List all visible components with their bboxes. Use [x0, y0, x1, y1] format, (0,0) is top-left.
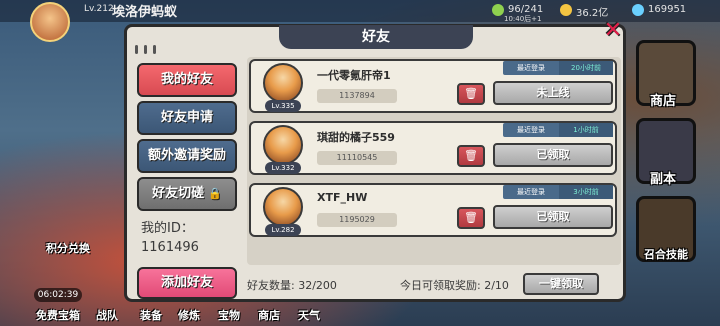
shop-label: 商店 — [650, 94, 677, 109]
friends-dialog: 好友 我的好友 好友申请 额外邀请奖励 好友切磋 🔒 我的ID： 1161496 … — [124, 24, 626, 302]
friend-level: Lv.332 — [265, 162, 301, 174]
tab-extra-invite-reward[interactable]: 额外邀请奖励 — [137, 139, 237, 173]
dungeon-label: 副本 — [650, 172, 677, 187]
friend-count: 好友数量: 32/200 — [247, 279, 337, 292]
decorative-dots — [135, 45, 156, 54]
free-chest-label[interactable]: 免费宝箱 — [36, 307, 80, 323]
combo-skill-label: 召合技能 — [644, 248, 688, 261]
friend-status-button[interactable]: 未上线 — [493, 81, 613, 105]
trash-icon: 🗑 — [464, 149, 478, 162]
last-login-label: 最近登录 — [517, 188, 545, 196]
friend-card[interactable]: Lv.282 XTF_HW 1195029 最近登录 3小时前 🗑 已领取 — [249, 183, 617, 237]
friend-avatar[interactable] — [263, 63, 303, 103]
last-login-time: 1小时前 — [559, 123, 613, 137]
last-login-time: 3小时前 — [559, 185, 613, 199]
last-login-bar: 最近登录 20小时前 — [503, 61, 613, 75]
player-name: 埃洛伊蚂蚁 — [112, 5, 178, 20]
trash-icon: 🗑 — [464, 211, 478, 224]
delete-friend-button[interactable]: 🗑 — [457, 145, 485, 167]
friend-id: 1195029 — [317, 213, 397, 227]
delete-friend-button[interactable]: 🗑 — [457, 207, 485, 229]
gold-value: 36.2亿 — [576, 8, 609, 19]
friend-card[interactable]: Lv.332 琪甜的橘子559 11110545 最近登录 1小时前 🗑 已领取 — [249, 121, 617, 175]
gem-value: 169951 — [648, 4, 687, 15]
my-id-value: 1161496 — [141, 240, 199, 255]
friend-status-button[interactable]: 已领取 — [493, 143, 613, 167]
player-avatar[interactable] — [30, 2, 70, 42]
friend-card[interactable]: Lv.335 一代零氪肝帝1 1137894 最近登录 20小时前 🗑 未上线 — [249, 59, 617, 113]
tab-friend-requests[interactable]: 好友申请 — [137, 101, 237, 135]
chest-timer: 06:02:39 — [34, 288, 82, 302]
friend-avatar[interactable] — [263, 187, 303, 227]
friend-name: 琪甜的橘子559 — [317, 131, 395, 144]
nav-training[interactable]: 修炼 — [178, 307, 200, 323]
tab-my-friends[interactable]: 我的好友 — [137, 63, 237, 97]
friend-level: Lv.282 — [265, 224, 301, 236]
friend-avatar[interactable] — [263, 125, 303, 165]
tab-friend-spar[interactable]: 好友切磋 🔒 — [137, 177, 237, 211]
claim-today-count: 今日可领取奖励: 2/10 — [400, 279, 509, 292]
player-level: Lv.212 — [84, 4, 114, 14]
close-icon[interactable]: ✕ — [600, 18, 626, 44]
friend-name: XTF_HW — [317, 191, 368, 204]
friend-status-button[interactable]: 已领取 — [493, 205, 613, 229]
dialog-title: 好友 — [279, 25, 473, 49]
friend-id: 11110545 — [317, 151, 397, 165]
trash-icon: 🗑 — [464, 87, 478, 100]
gem-icon — [632, 4, 644, 16]
last-login-label: 最近登录 — [517, 64, 545, 72]
nav-treasure[interactable]: 宝物 — [218, 307, 240, 323]
nav-shop[interactable]: 商店 — [258, 307, 280, 323]
stamina-icon — [492, 4, 504, 16]
add-friend-button[interactable]: 添加好友 — [137, 267, 237, 299]
stamina-timer: 10:40后+1 — [504, 15, 542, 23]
nav-equipment[interactable]: 装备 — [140, 307, 162, 323]
delete-friend-button[interactable]: 🗑 — [457, 83, 485, 105]
friend-list[interactable]: Lv.335 一代零氪肝帝1 1137894 最近登录 20小时前 🗑 未上线 … — [247, 57, 621, 265]
last-login-label: 最近登录 — [517, 126, 545, 134]
last-login-time: 20小时前 — [559, 61, 613, 75]
friend-id: 1137894 — [317, 89, 397, 103]
last-login-bar: 最近登录 3小时前 — [503, 185, 613, 199]
one-key-claim-button[interactable]: 一键领取 — [523, 273, 599, 295]
nav-weather[interactable]: 天气 — [298, 307, 320, 323]
gold-icon — [560, 4, 572, 16]
points-exchange-label[interactable]: 积分兑换 — [46, 240, 90, 256]
my-id-label: 我的ID： — [141, 221, 194, 236]
nav-team[interactable]: 战队 — [96, 307, 118, 323]
friend-level: Lv.335 — [265, 100, 301, 112]
tab-friend-spar-label: 好友切磋 — [152, 186, 205, 201]
last-login-bar: 最近登录 1小时前 — [503, 123, 613, 137]
friend-name: 一代零氪肝帝1 — [317, 69, 391, 82]
lock-icon: 🔒 — [208, 187, 222, 200]
